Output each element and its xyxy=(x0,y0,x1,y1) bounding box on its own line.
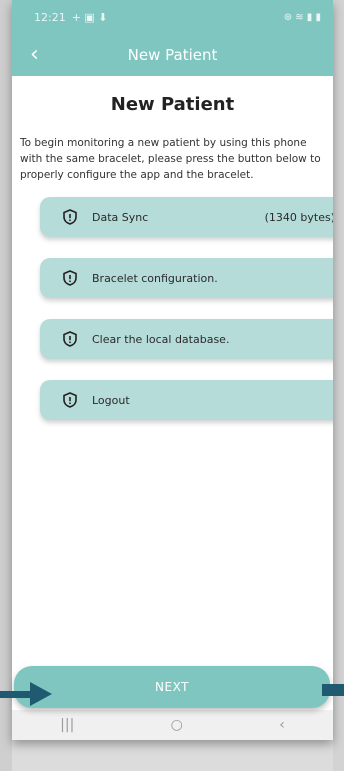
shield-alert-icon xyxy=(62,392,78,408)
shield-alert-icon xyxy=(62,270,78,286)
clock: 12:21 xyxy=(34,10,66,24)
page-title: New Patient xyxy=(110,94,235,115)
app-bar: ‹ New Patient xyxy=(12,34,333,76)
content: New Patient To begin monitoring a new pa… xyxy=(12,76,333,420)
system-back-button[interactable]: ‹ xyxy=(279,717,285,733)
option-label: Bracelet configuration. xyxy=(92,271,218,285)
notification-icons: + ▣ ⬇ xyxy=(71,10,108,24)
sync-size: (1340 bytes) xyxy=(264,210,333,224)
option-bracelet-configuration[interactable]: Bracelet configuration. xyxy=(40,258,333,298)
home-button[interactable]: ○ xyxy=(171,717,183,733)
back-button[interactable]: ‹ xyxy=(30,42,39,67)
app-bar-title: New Patient xyxy=(127,46,218,64)
status-bar: 12:21 + ▣ ⬇ ⊛ ≋ ▮ ▮ xyxy=(12,0,333,34)
shield-alert-icon xyxy=(62,331,78,347)
arrow-stub-icon xyxy=(322,684,344,696)
option-logout[interactable]: Logout xyxy=(40,380,333,420)
background-panel-left xyxy=(0,0,12,771)
background-panel-right xyxy=(333,0,344,771)
system-status-icons: ⊛ ≋ ▮ ▮ xyxy=(283,11,321,23)
arrow-right-icon xyxy=(0,682,52,706)
phone-screen: 12:21 + ▣ ⬇ ⊛ ≋ ▮ ▮ ‹ New Patient New Pa… xyxy=(12,0,333,740)
next-button[interactable]: NEXT xyxy=(14,666,330,708)
shield-alert-icon xyxy=(62,209,78,225)
option-label: Logout xyxy=(92,393,130,407)
options-list: Data Sync (1340 bytes) Bracelet configur… xyxy=(40,197,333,420)
option-label: Data Sync xyxy=(92,210,149,224)
option-data-sync[interactable]: Data Sync (1340 bytes) xyxy=(40,197,333,237)
recents-button[interactable]: ||| xyxy=(60,717,74,733)
intro-text: To begin monitoring a new patient by usi… xyxy=(20,137,321,181)
option-label: Clear the local database. xyxy=(92,332,230,346)
system-nav-bar: ||| ○ ‹ xyxy=(12,710,333,740)
option-clear-local-database[interactable]: Clear the local database. xyxy=(40,319,333,359)
